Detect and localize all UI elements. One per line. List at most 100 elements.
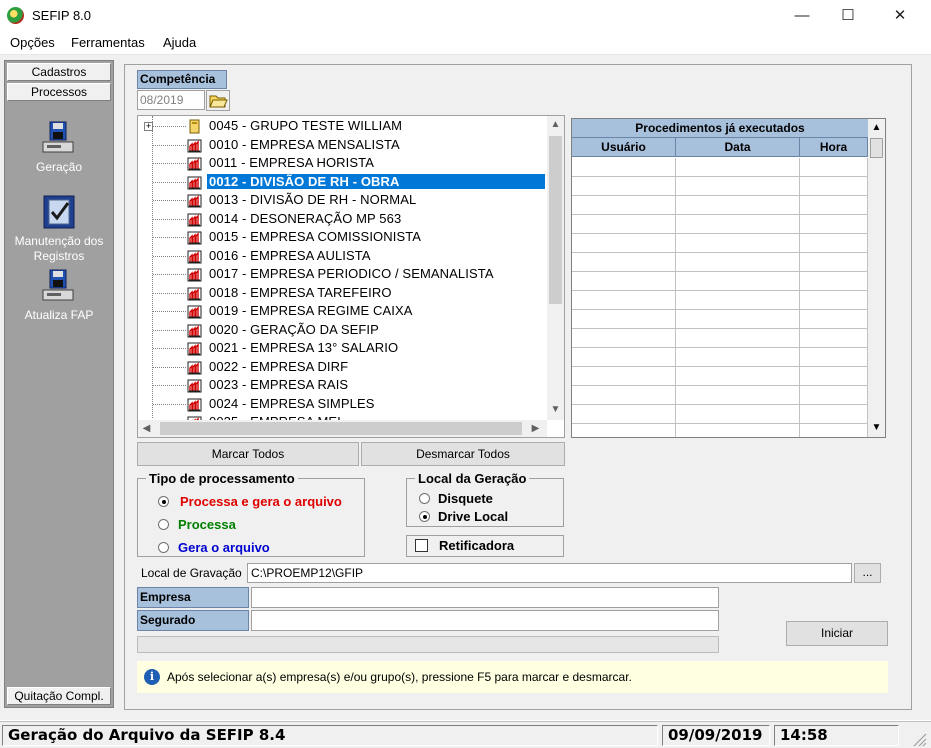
tree-item-label[interactable]: 0012 - DIVISÃO DE RH - OBRA [206, 172, 546, 190]
column-hora[interactable]: Hora [800, 138, 868, 157]
grid-cell [572, 348, 676, 367]
browse-button[interactable]: ... [854, 563, 881, 583]
tab-processos[interactable]: Processos [7, 83, 111, 101]
column-data[interactable]: Data [676, 138, 800, 157]
menu-ferramentas[interactable]: Ferramentas [71, 35, 145, 50]
iniciar-button[interactable]: Iniciar [786, 621, 888, 646]
grid-vertical-thumb[interactable] [870, 138, 883, 158]
tree-item[interactable]: 0023 - EMPRESA RAIS [138, 376, 548, 395]
hint-text: Após selecionar a(s) empresa(s) e/ou gru… [167, 670, 632, 684]
tree-item-label[interactable]: 0010 - EMPRESA MENSALISTA [207, 137, 402, 152]
tab-quitacao-compl[interactable]: Quitação Compl. [7, 687, 111, 705]
tree-item[interactable]: 0012 - DIVISÃO DE RH - OBRA [138, 172, 548, 192]
tree-vertical-thumb[interactable] [549, 136, 562, 304]
tree-item-label[interactable]: 0020 - GERAÇÃO DA SEFIP [207, 322, 381, 337]
tree-item[interactable]: 0018 - EMPRESA TAREFEIRO [138, 284, 548, 303]
tree-expand-icon[interactable]: + [144, 122, 153, 131]
tree-item-label[interactable]: 0014 - DESONERAÇÃO MP 563 [207, 211, 403, 226]
tree-item-label[interactable]: 0021 - EMPRESA 13° SALARIO [207, 340, 400, 355]
tool-atualiza-fap[interactable]: Atualiza FAP [5, 268, 113, 323]
tree-item-label[interactable]: 0023 - EMPRESA RAIS [207, 377, 350, 392]
tree-item-label[interactable]: 0015 - EMPRESA COMISSIONISTA [207, 229, 423, 244]
tree-horizontal-thumb[interactable] [160, 422, 522, 435]
grid-cell [572, 386, 676, 405]
scroll-right-arrow-icon[interactable]: ▶ [527, 420, 544, 437]
label-processa[interactable]: Processa [178, 517, 236, 532]
retificadora-box: Retificadora [406, 535, 564, 557]
local-gravacao-input[interactable]: C:\PROEMP12\GFIP [247, 563, 852, 583]
menu-ajuda[interactable]: Ajuda [163, 35, 196, 50]
radio-processa[interactable] [158, 519, 169, 530]
retificadora-checkbox[interactable] [415, 539, 428, 552]
grid-cell [800, 196, 868, 215]
tree-item-label[interactable]: 0045 - GRUPO TESTE WILLIAM [207, 118, 404, 133]
label-drive-local[interactable]: Drive Local [438, 509, 508, 524]
label-disquete[interactable]: Disquete [438, 491, 493, 506]
grid-cell [676, 348, 800, 367]
radio-processa-e-gera[interactable] [158, 496, 169, 507]
menu-opcoes[interactable]: Opções [10, 35, 55, 50]
grid-cell [572, 310, 676, 329]
retificadora-label[interactable]: Retificadora [439, 538, 514, 553]
radio-gera-arquivo[interactable] [158, 542, 169, 553]
radio-drive-local[interactable] [419, 511, 430, 522]
desmarcar-todos-button[interactable]: Desmarcar Todos [361, 442, 565, 466]
scroll-down-arrow-icon[interactable]: ▼ [868, 419, 885, 436]
tree-connector-line [153, 200, 186, 201]
scroll-left-arrow-icon[interactable]: ◀ [138, 420, 155, 437]
procedures-grid[interactable]: Procedimentos já executados Usuário Data… [571, 118, 886, 438]
tool-manutencao[interactable]: Manutenção dos Registros [5, 194, 113, 264]
tree-item[interactable]: 0024 - EMPRESA SIMPLES [138, 395, 548, 414]
tree-item-label[interactable]: 0017 - EMPRESA PERIODICO / SEMANALISTA [207, 266, 496, 281]
window-title: SEFIP 8.0 [32, 8, 92, 23]
grid-cell [572, 215, 676, 234]
tree-item[interactable]: 0021 - EMPRESA 13° SALARIO [138, 339, 548, 358]
local-geracao-title: Local da Geração [415, 471, 530, 486]
tree-item[interactable]: 0020 - GERAÇÃO DA SEFIP [138, 321, 548, 340]
open-folder-button[interactable] [206, 90, 230, 111]
column-usuario[interactable]: Usuário [572, 138, 676, 157]
tool-geracao[interactable]: Geração [5, 120, 113, 175]
tree-item[interactable]: 0010 - EMPRESA MENSALISTA [138, 136, 548, 155]
company-tree[interactable]: +0045 - GRUPO TESTE WILLIAM 0010 - EMPRES… [137, 115, 565, 438]
scroll-down-arrow-icon[interactable]: ▼ [547, 401, 564, 418]
minimize-button[interactable]: — [779, 0, 825, 31]
tree-item[interactable]: +0045 - GRUPO TESTE WILLIAM [138, 117, 548, 136]
resize-grip-icon[interactable] [911, 731, 927, 747]
tree-item[interactable]: 0011 - EMPRESA HORISTA [138, 154, 548, 173]
close-button[interactable]: ✕ [877, 0, 923, 31]
maximize-button[interactable]: ☐ [825, 0, 871, 31]
scroll-up-arrow-icon[interactable]: ▲ [547, 116, 564, 133]
tree-item-label[interactable]: 0019 - EMPRESA REGIME CAIXA [207, 303, 415, 318]
label-gera-arquivo[interactable]: Gera o arquivo [178, 540, 270, 555]
tree-vertical-scrollbar[interactable]: ▲ ▼ [547, 116, 564, 420]
tree-item[interactable]: 0013 - DIVISÃO DE RH - NORMAL [138, 191, 548, 210]
tree-connector-line [153, 366, 186, 368]
label-processa-e-gera[interactable]: Processa e gera o arquivo [180, 494, 342, 509]
competencia-input[interactable]: 08/2019 [137, 90, 205, 110]
tree-item-label[interactable]: 0022 - EMPRESA DIRF [207, 359, 350, 374]
tree-item-label[interactable]: 0016 - EMPRESA AULISTA [207, 248, 373, 263]
grid-cell [676, 405, 800, 424]
tree-item[interactable]: 0022 - EMPRESA DIRF [138, 358, 548, 377]
tree-item-label[interactable]: 0011 - EMPRESA HORISTA [207, 155, 376, 170]
segurado-label: Segurado [137, 610, 249, 631]
tree-item-label[interactable]: 0013 - DIVISÃO DE RH - NORMAL [207, 192, 418, 207]
tree-item[interactable]: 0016 - EMPRESA AULISTA [138, 247, 548, 266]
tree-horizontal-scrollbar[interactable]: ◀ ▶ [138, 420, 547, 437]
marcar-todos-button[interactable]: Marcar Todos [137, 442, 359, 466]
factory-icon [187, 231, 202, 245]
tree-item[interactable]: 0014 - DESONERAÇÃO MP 563 [138, 210, 548, 229]
grid-cell [800, 253, 868, 272]
tree-item[interactable]: 0015 - EMPRESA COMISSIONISTA [138, 228, 548, 247]
tree-connector-line [153, 218, 186, 220]
grid-cell [572, 158, 676, 177]
tree-item-label[interactable]: 0024 - EMPRESA SIMPLES [207, 396, 377, 411]
grid-vertical-scrollbar[interactable]: ▲ ▼ [868, 119, 885, 437]
tree-item[interactable]: 0017 - EMPRESA PERIODICO / SEMANALISTA [138, 265, 548, 284]
tree-item-label[interactable]: 0018 - EMPRESA TAREFEIRO [207, 285, 394, 300]
tree-item[interactable]: 0019 - EMPRESA REGIME CAIXA [138, 302, 548, 321]
radio-disquete[interactable] [419, 493, 430, 504]
scroll-up-arrow-icon[interactable]: ▲ [868, 119, 885, 136]
tab-cadastros[interactable]: Cadastros [7, 63, 111, 81]
